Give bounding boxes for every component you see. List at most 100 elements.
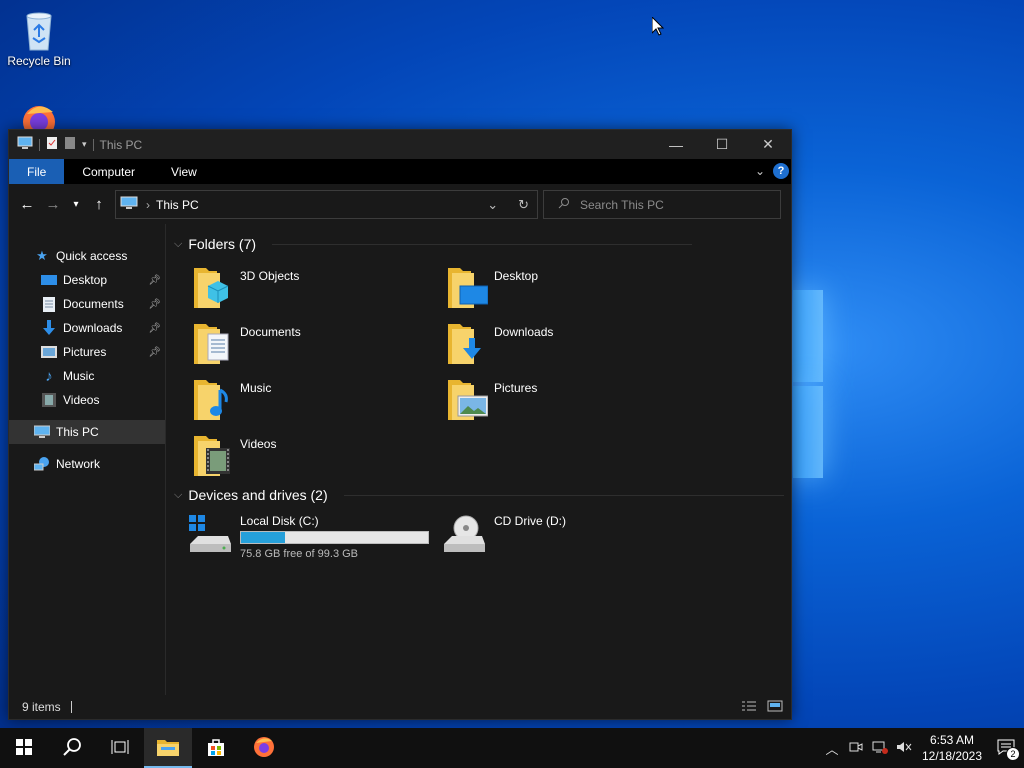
pin-icon[interactable]: 📌︎ [148,299,161,310]
task-view-button[interactable] [96,728,144,768]
folder-videos[interactable]: Videos [194,432,276,476]
breadcrumb-this-pc[interactable]: This PC [156,198,199,212]
mouse-cursor-icon [651,15,665,39]
folder-documents[interactable]: Documents [194,320,301,364]
folders-group-header[interactable]: ⌵ Folders (7) [174,236,693,252]
sidebar-item-label: This PC [56,425,99,439]
search-icon [62,737,82,760]
taskbar: ︿ 6:53 AM 12/18/2023 2 [0,728,1024,768]
tab-file[interactable]: File [9,159,65,184]
volume-muted-icon[interactable] [892,740,916,757]
address-bar[interactable]: › This PC ⌄ ↻ [115,190,538,219]
pin-icon[interactable]: 📌︎ [148,323,161,334]
maximize-button[interactable]: ☐ [699,130,745,159]
navigation-pane: ★ Quick access Desktop 📌︎ Documents 📌︎ D… [9,224,166,695]
downloads-folder-icon [448,320,488,364]
collapse-chevron-icon[interactable]: ⌵ [174,489,182,502]
desktop-folder-icon [448,264,489,308]
pin-icon[interactable]: 📌︎ [148,347,161,358]
documents-icon [41,296,57,312]
quick-access-toolbar: ▾ [9,136,94,153]
status-bar: 9 items [9,695,791,719]
pictures-folder-icon [448,376,489,420]
ribbon-tabs: File Computer View ⌄ ? [9,159,791,184]
close-button[interactable]: ✕ [745,130,791,159]
address-history-chevron-icon[interactable]: ⌄ [487,197,498,213]
collapse-chevron-icon[interactable]: ⌵ [174,238,182,251]
drive-local-disk-c[interactable]: Local Disk (C:) 75.8 GB free of 99.3 GB [188,514,429,560]
folder-music[interactable]: Music [194,376,271,420]
sidebar-item-desktop[interactable]: Desktop 📌︎ [9,268,165,292]
breadcrumb-separator-icon[interactable]: › [146,198,150,212]
sidebar-item-this-pc[interactable]: This PC [9,420,165,444]
search-icon [558,197,570,212]
file-explorer-window: ▾ This PC — ☐ ✕ File Computer View ⌄ ? ←… [8,129,792,720]
sidebar-item-quick-access[interactable]: ★ Quick access [9,244,165,268]
sidebar-item-label: Network [56,457,101,471]
windows-logo-icon [16,738,32,758]
start-button[interactable] [0,728,48,768]
pin-icon[interactable]: 📌︎ [148,275,161,286]
refresh-icon[interactable]: ↻ [518,197,529,213]
star-icon: ★ [36,248,48,263]
large-icons-view-icon[interactable] [767,700,783,715]
minimize-button[interactable]: — [653,130,699,159]
recycle-bin-desktop-icon[interactable]: Recycle Bin [4,8,74,68]
expand-ribbon-chevron-icon[interactable]: ⌄ [755,164,765,178]
recent-locations-chevron-icon[interactable]: ▾ [67,199,85,210]
forward-arrow-icon[interactable]: → [41,196,65,213]
sidebar-item-label: Downloads [63,321,123,335]
search-box[interactable] [543,190,781,219]
system-tray: ︿ 6:53 AM 12/18/2023 2 [820,728,1024,768]
customize-toolbar-chevron-icon[interactable]: ▾ [82,139,87,150]
folder-label: Pictures [494,381,538,395]
3d-objects-folder-icon [194,264,234,308]
search-button[interactable] [48,728,96,768]
folder-desktop[interactable]: Desktop [448,264,538,308]
microsoft-store-button[interactable] [192,728,240,768]
sidebar-item-label: Pictures [63,345,107,359]
devices-group-header[interactable]: ⌵ Devices and drives (2) [174,487,784,503]
music-folder-icon [194,376,234,420]
sidebar-item-network[interactable]: Network [9,452,165,476]
sidebar-item-videos[interactable]: Videos [9,388,165,412]
sidebar-item-label: Videos [63,393,100,407]
clock[interactable]: 6:53 AM 12/18/2023 [916,732,988,764]
this-pc-icon [120,196,138,213]
network-status-icon[interactable] [868,740,892,757]
back-arrow-icon[interactable]: ← [15,196,39,213]
desktop-icon-label: Recycle Bin [7,54,71,68]
sidebar-item-downloads[interactable]: Downloads 📌︎ [9,316,165,340]
folder-3d-objects[interactable]: 3D Objects [194,264,299,308]
disk-free-text: 75.8 GB free of 99.3 GB [240,548,359,560]
meet-now-icon[interactable] [844,740,868,757]
details-view-icon[interactable] [741,700,757,715]
videos-folder-icon [194,432,234,476]
disk-usage-bar [240,531,429,544]
folder-downloads[interactable]: Downloads [448,320,553,364]
action-center-button[interactable]: 2 [988,728,1024,768]
title-bar[interactable]: ▾ This PC — ☐ ✕ [9,130,791,159]
tab-view[interactable]: View [153,159,215,184]
properties-icon[interactable] [46,136,58,153]
file-explorer-taskbar-button[interactable] [144,728,192,768]
drive-cd-d[interactable]: CD Drive (D:) [442,514,566,558]
item-count: 9 items [22,700,61,714]
up-arrow-icon[interactable]: ↑ [87,196,111,213]
help-icon[interactable]: ? [773,163,789,179]
sidebar-item-pictures[interactable]: Pictures 📌︎ [9,340,165,364]
task-view-icon [111,739,129,758]
firefox-taskbar-button[interactable] [240,728,288,768]
desktop-windows-logo [793,290,823,480]
new-folder-icon[interactable] [64,136,76,153]
recycle-bin-icon [19,8,59,52]
sidebar-item-music[interactable]: ♪ Music [9,364,165,388]
folder-pictures[interactable]: Pictures [448,376,537,420]
search-input[interactable] [580,197,760,212]
local-disk-icon [188,514,232,558]
cd-drive-icon [442,514,486,558]
folder-label: Downloads [494,325,554,339]
show-hidden-icons-chevron-icon[interactable]: ︿ [820,739,844,758]
tab-computer[interactable]: Computer [64,159,153,184]
sidebar-item-documents[interactable]: Documents 📌︎ [9,292,165,316]
